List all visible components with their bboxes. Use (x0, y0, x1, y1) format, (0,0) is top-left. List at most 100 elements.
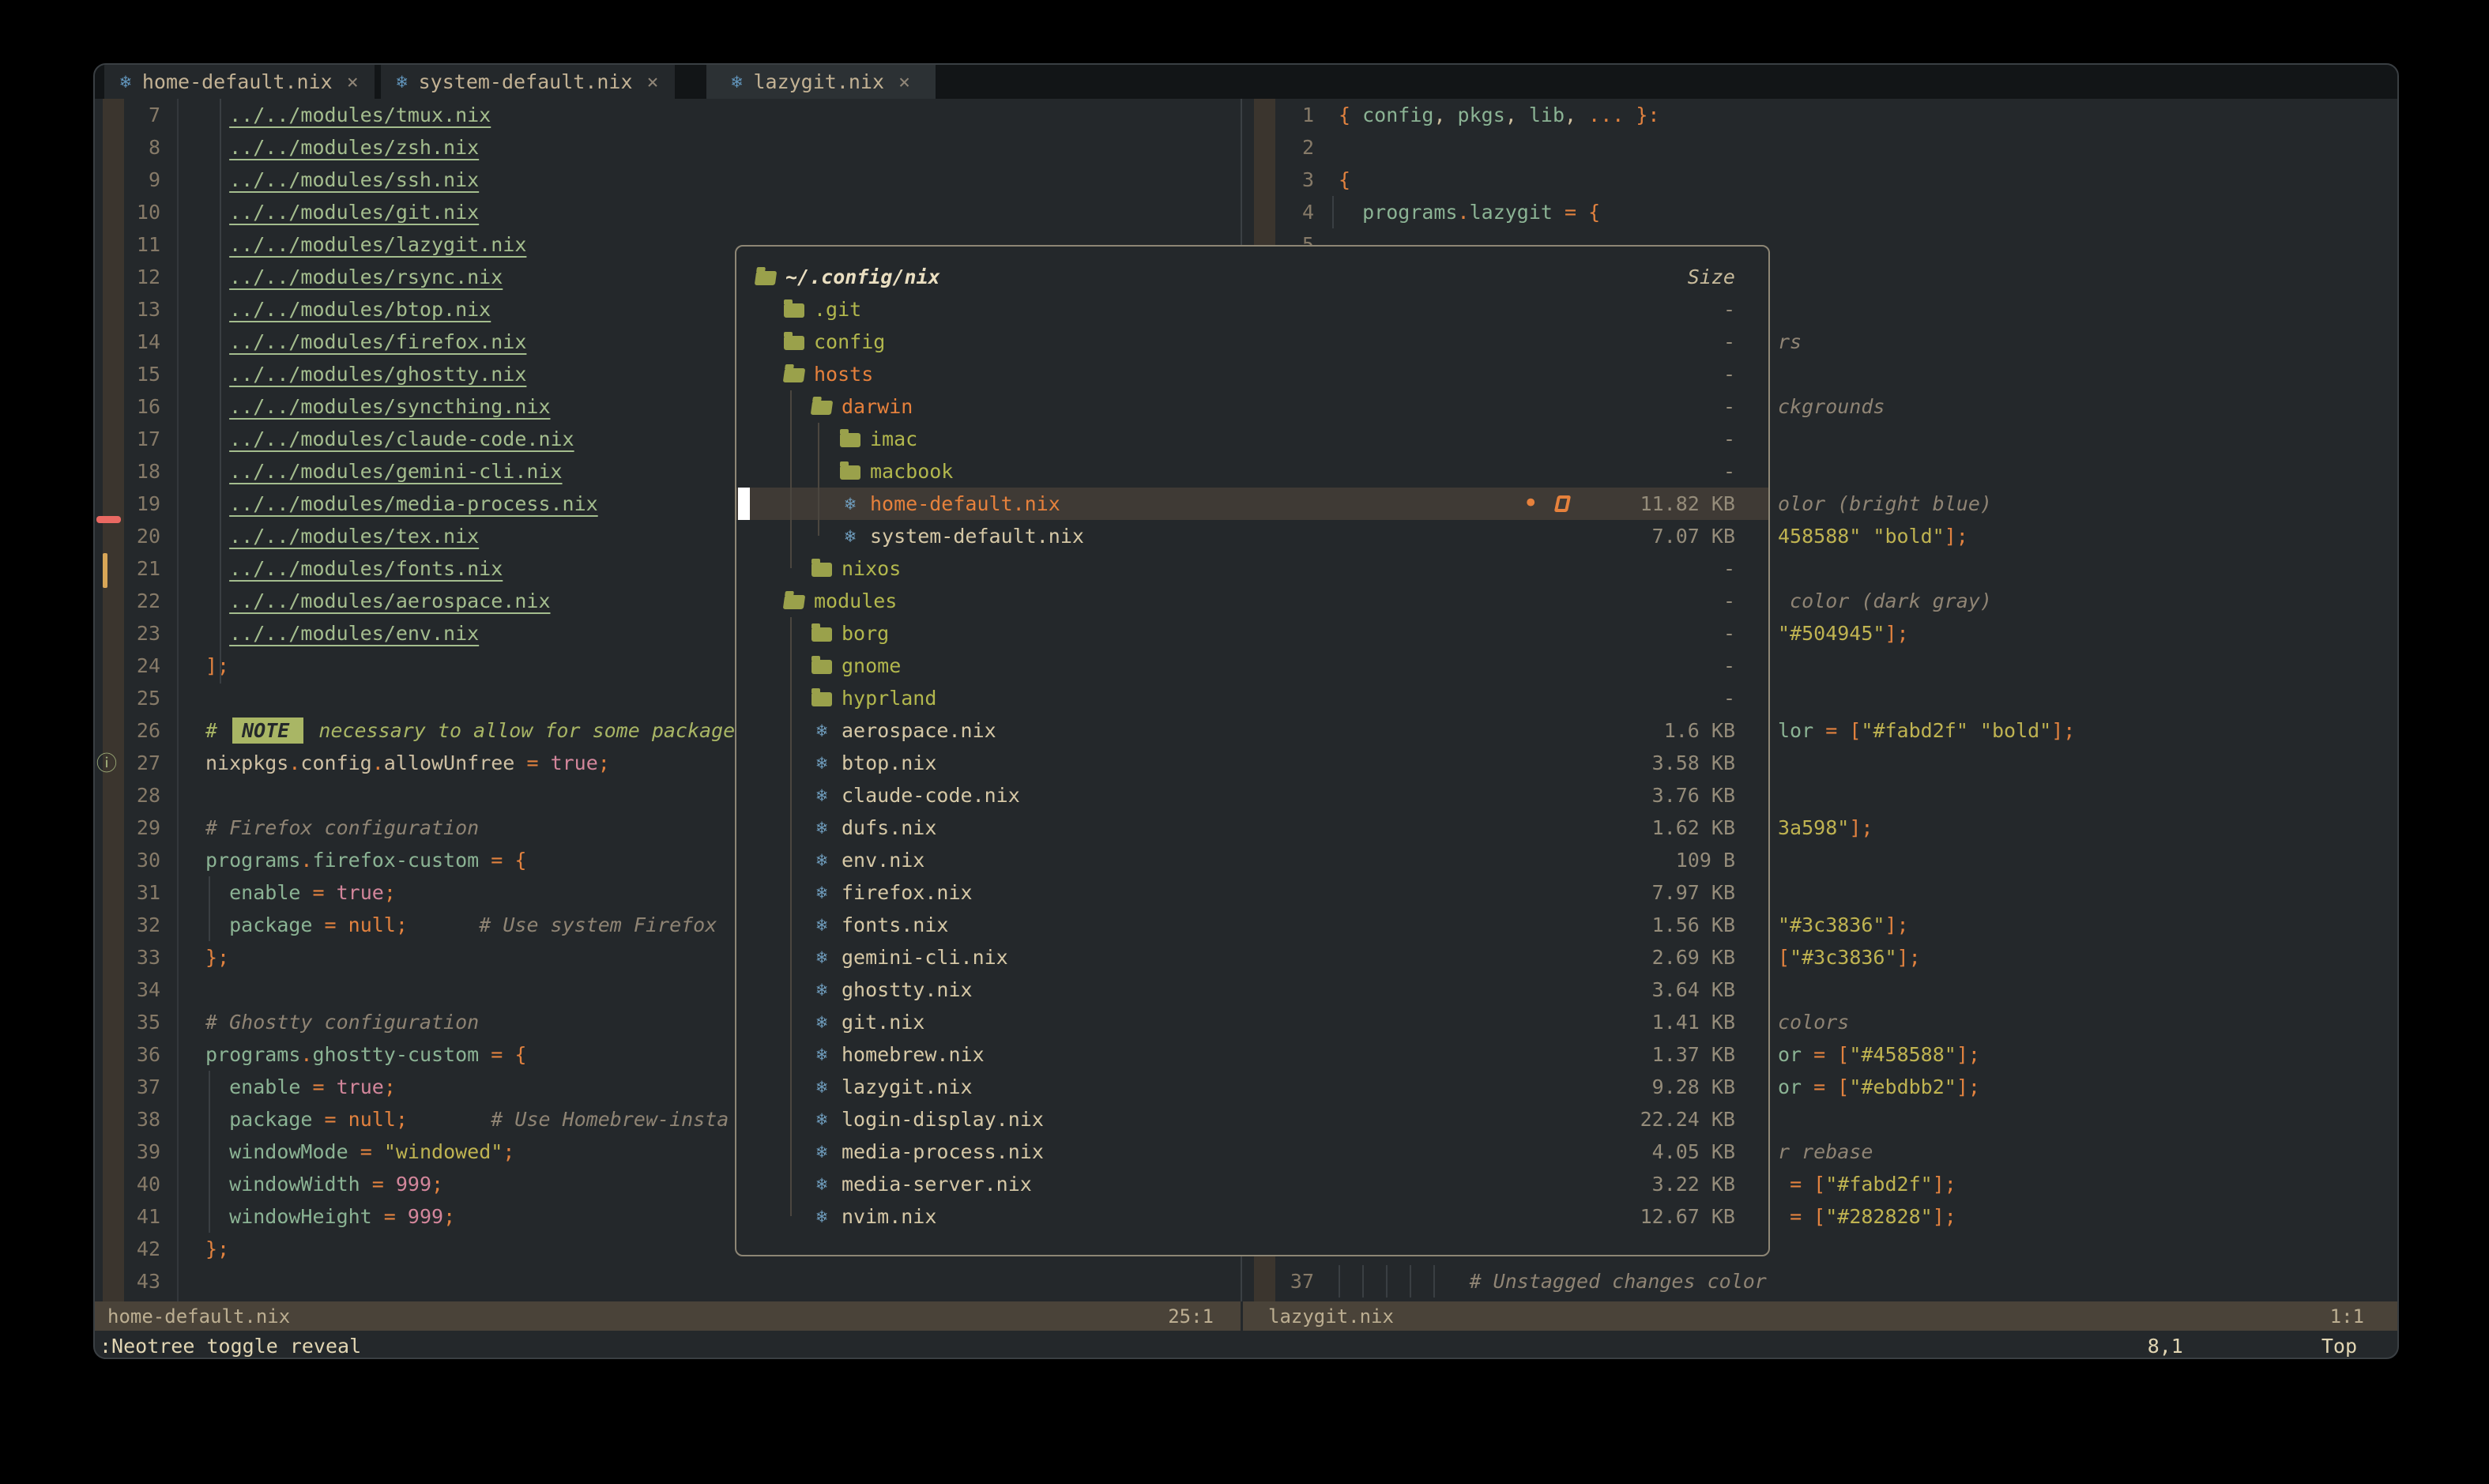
tree-row-lazygit.nix[interactable]: ❄lazygit.nix9.28 KB (736, 1071, 1768, 1103)
line-number: 23 (95, 617, 162, 650)
statusline-filename: home-default.nix (107, 1305, 290, 1328)
code-line-9[interactable]: 9 ../../modules/ssh.nix (95, 164, 1241, 196)
tree-row-imac[interactable]: imac- (736, 423, 1768, 455)
tree-row-env.nix[interactable]: ❄env.nix109 B (736, 844, 1768, 876)
tab-home-default.nix[interactable]: ❄home-default.nix× (104, 65, 375, 99)
tree-row-darwin[interactable]: darwin- (736, 390, 1768, 423)
line-number: 32 (95, 909, 162, 941)
code-text: package = null; # Use system Firefox (205, 909, 717, 941)
line-number: 2 (1252, 131, 1316, 164)
command-line[interactable]: :Neotree toggle reveal 8,1 Top (95, 1331, 2397, 1359)
git-changed-sign (103, 553, 107, 588)
tree-row-macbook[interactable]: macbook- (736, 455, 1768, 488)
code-line-10[interactable]: 10 ../../modules/git.nix (95, 196, 1241, 228)
tree-item-name: modules (814, 589, 897, 612)
line-number: 10 (95, 196, 162, 228)
file-size: - (1595, 460, 1768, 483)
folder-open-icon (783, 595, 806, 609)
file-size: - (1595, 589, 1768, 612)
tree-row-ghostty.nix[interactable]: ❄ghostty.nix3.64 KB (736, 974, 1768, 1006)
code-line-3[interactable]: 3{ (1252, 164, 2399, 196)
tree-row-dufs.nix[interactable]: ❄dufs.nix1.62 KB (736, 812, 1768, 844)
tree-row-hyprland[interactable]: hyprland- (736, 682, 1768, 714)
tree-row-nvim.nix[interactable]: ❄nvim.nix12.67 KB (736, 1200, 1768, 1233)
statusline-left: home-default.nix 25:1 (95, 1301, 1241, 1331)
code-tail: olor (bright blue) (1778, 488, 1992, 520)
tab-lazygit.nix[interactable]: ❄lazygit.nix× (706, 65, 936, 99)
tree-row-gnome[interactable]: gnome- (736, 650, 1768, 682)
file-size: 1.56 KB (1595, 913, 1768, 936)
code-text: enable = true; (205, 1071, 396, 1103)
file-size: - (1595, 427, 1768, 450)
file-size: 7.97 KB (1595, 881, 1768, 904)
tree-root-row[interactable]: ~/.config/nixSize (736, 261, 1768, 293)
tree-row-login-display.nix[interactable]: ❄login-display.nix22.24 KB (736, 1103, 1768, 1136)
tree-row-modules[interactable]: modules - (736, 585, 1768, 617)
nix-snowflake-icon: ❄ (811, 1109, 832, 1130)
file-size: 1.6 KB (1595, 719, 1768, 742)
code-text: enable = true; (205, 876, 396, 909)
tree-item-name: dufs.nix (842, 816, 936, 839)
tree-row-gemini-cli.nix[interactable]: ❄gemini-cli.nix2.69 KB (736, 941, 1768, 974)
tree-row-git.nix[interactable]: ❄git.nix1.41 KB (736, 1006, 1768, 1038)
file-size: 1.37 KB (1595, 1043, 1768, 1066)
code-tail: r rebase (1778, 1136, 1873, 1168)
statusline-cursor-position: 25:1 (1168, 1305, 1214, 1328)
line-number: 15 (95, 358, 162, 390)
nix-snowflake-icon: ❄ (811, 1207, 832, 1227)
code-line-37[interactable]: 37 # Unstagged changes color (1252, 1265, 2399, 1298)
nix-snowflake-icon: ❄ (811, 883, 832, 903)
code-tail: 458588" "bold"]; (1778, 520, 1968, 552)
tree-row-config[interactable]: config- (736, 326, 1768, 358)
close-icon[interactable]: × (347, 70, 359, 93)
code-tail: lor = ["#fabd2f" "bold"]; (1778, 714, 2075, 747)
code-line-7[interactable]: 7 ../../modules/tmux.nix (95, 99, 1241, 131)
tree-indent-guide (790, 390, 792, 568)
code-line-4[interactable]: 4 programs.lazygit = { (1252, 196, 2399, 228)
file-size: 9.28 KB (1595, 1075, 1768, 1098)
tab-label: lazygit.nix (753, 70, 884, 93)
code-text: ../../modules/firefox.nix (205, 326, 526, 358)
line-number: 7 (95, 99, 162, 131)
tree-row-aerospace.nix[interactable]: ❄aerospace.nix1.6 KB (736, 714, 1768, 747)
folder-open-icon (755, 271, 778, 285)
code-line-1[interactable]: 1{ config, pkgs, lib, ... }: (1252, 99, 2399, 131)
file-size: 4.05 KB (1595, 1140, 1768, 1163)
close-icon[interactable]: × (898, 70, 910, 93)
indent-guide (220, 99, 221, 684)
tree-row-media-process.nix[interactable]: ❄media-process.nix4.05 KB (736, 1136, 1768, 1168)
code-line-2[interactable]: 2 (1252, 131, 2399, 164)
tree-row-.git[interactable]: .git- (736, 293, 1768, 326)
tree-row-system-default.nix[interactable]: ❄system-default.nix7.07 KB (736, 520, 1768, 552)
tree-row-claude-code.nix[interactable]: ❄claude-code.nix3.76 KB (736, 779, 1768, 812)
tab-system-default.nix[interactable]: ❄system-default.nix× (381, 65, 675, 99)
tree-row-fonts.nix[interactable]: ❄fonts.nix1.56 KB (736, 909, 1768, 941)
code-line-43[interactable]: 43 (95, 1265, 1241, 1298)
code-text: ../../modules/gemini-cli.nix (205, 455, 563, 488)
close-icon[interactable]: × (647, 70, 659, 93)
code-text: ../../modules/zsh.nix (205, 131, 479, 164)
tree-row-home-default.nix[interactable]: ❄home-default.nix11.82 KB• (736, 488, 1768, 520)
tree-row-borg[interactable]: borg- (736, 617, 1768, 650)
tree-row-nixos[interactable]: nixos- (736, 552, 1768, 585)
indent-guide (1386, 1265, 1388, 1298)
folder-icon (840, 465, 860, 480)
tree-row-media-server.nix[interactable]: ❄media-server.nix3.22 KB (736, 1168, 1768, 1200)
code-text: ../../modules/git.nix (205, 196, 479, 228)
code-text: }; (205, 941, 229, 974)
file-size: 109 B (1595, 849, 1768, 872)
tree-item-name: borg (842, 622, 889, 645)
code-text: ../../modules/rsync.nix (205, 261, 503, 293)
code-text: ../../modules/ghostty.nix (205, 358, 526, 390)
code-text: # Firefox configuration (205, 812, 479, 844)
code-line-8[interactable]: 8 ../../modules/zsh.nix (95, 131, 1241, 164)
line-number: 38 (95, 1103, 162, 1136)
indent-guide (1362, 1265, 1364, 1298)
file-size: 22.24 KB (1595, 1108, 1768, 1131)
tree-row-btop.nix[interactable]: ❄btop.nix3.58 KB (736, 747, 1768, 779)
code-text: ../../modules/fonts.nix (205, 552, 503, 585)
code-text: ../../modules/tex.nix (205, 520, 479, 552)
tree-row-firefox.nix[interactable]: ❄firefox.nix7.97 KB (736, 876, 1768, 909)
tree-row-homebrew.nix[interactable]: ❄homebrew.nix1.37 KB (736, 1038, 1768, 1071)
tree-row-hosts[interactable]: hosts- (736, 358, 1768, 390)
